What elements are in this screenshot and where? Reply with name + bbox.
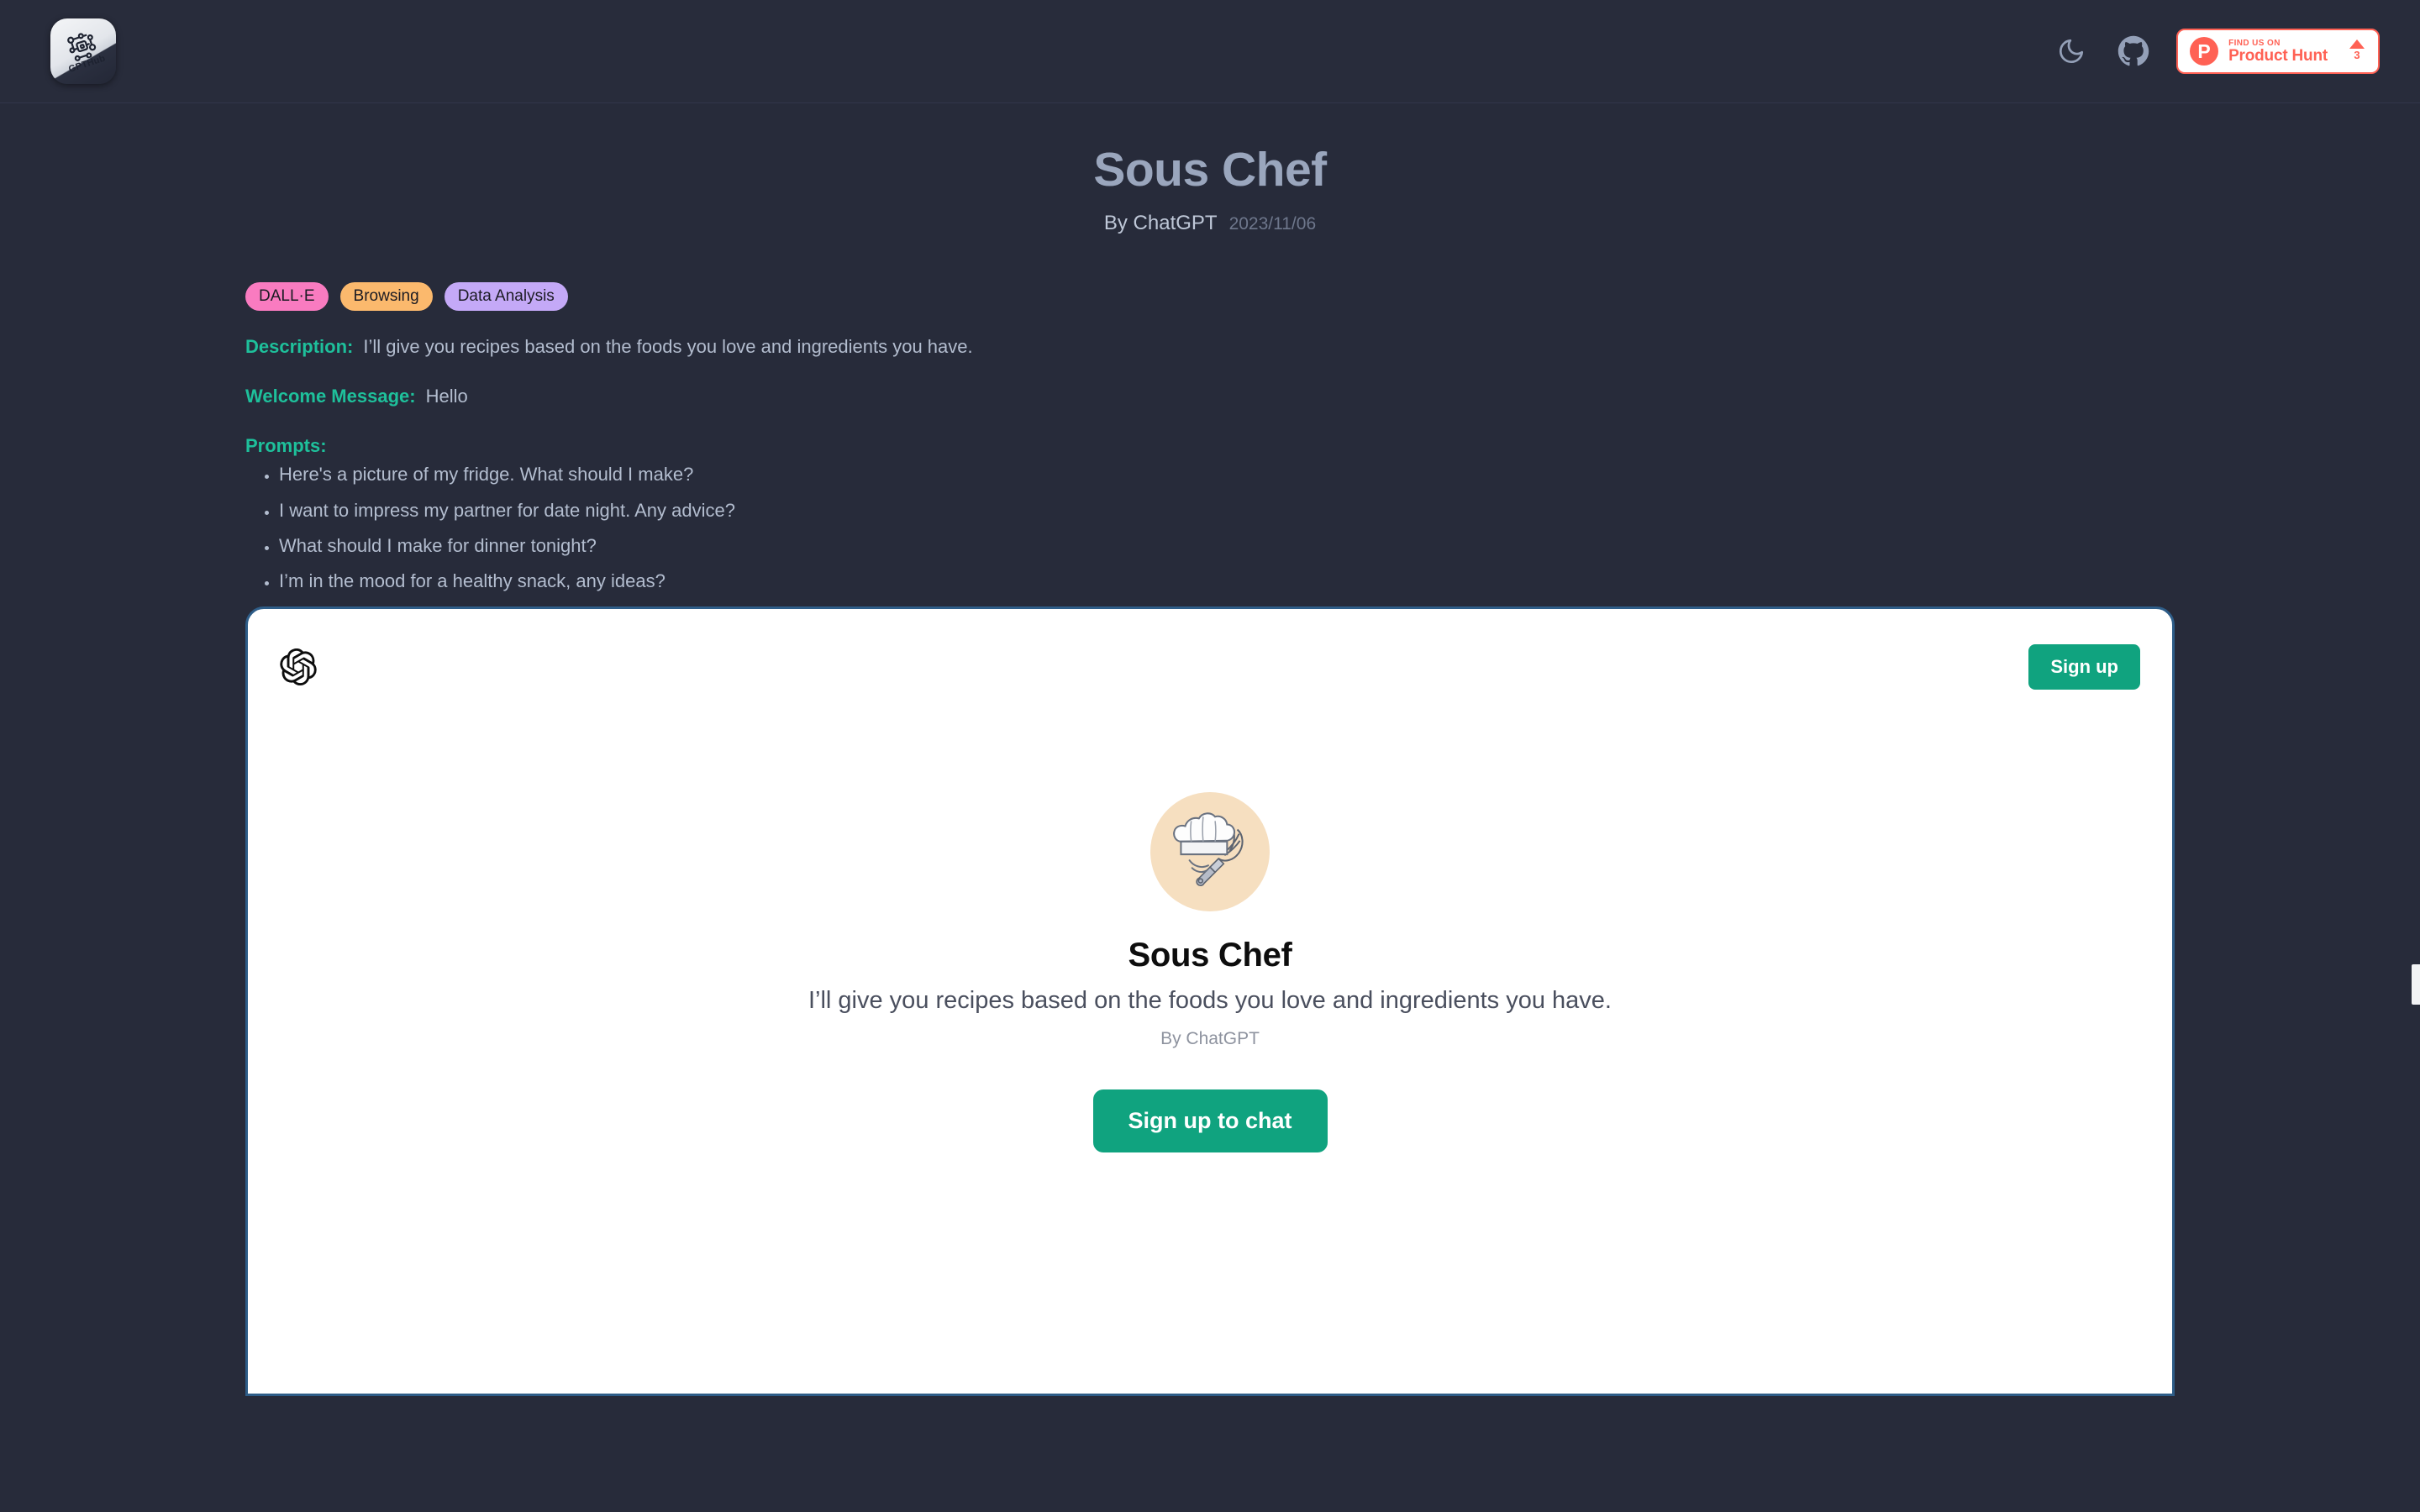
site-header: GPTHub P FIND US ON Product Hunt 3 [0,0,2420,103]
welcome-message-label: Welcome Message: [245,386,416,407]
avatar [1150,791,1270,911]
product-hunt-upvote[interactable]: 3 [2338,39,2365,63]
gpt-description: I’ll give you recipes based on the foods… [808,986,1612,1014]
gpthub-logo-tile: GPTHub [50,18,116,84]
moon-icon [2057,37,2086,66]
list-item: Here's a picture of my fridge. What shou… [279,464,2175,486]
chat-panel-toolbar: Sign up [248,609,2172,701]
page-author: By ChatGPT [1103,211,1218,234]
tag-dalle[interactable]: DALL·E [245,281,329,312]
tag-browsing[interactable]: Browsing [339,281,433,312]
prompt-list: Here's a picture of my fridge. What shou… [245,464,2175,593]
description-label: Description: [245,336,354,358]
list-item: I want to impress my partner for date ni… [279,500,2175,522]
sign-up-to-chat-button[interactable]: Sign up to chat [1092,1089,1328,1152]
header-actions: P FIND US ON Product Hunt 3 [2052,29,2380,74]
page-date: 2023/11/06 [1228,213,1317,234]
tag-data-analysis[interactable]: Data Analysis [444,281,568,312]
description-value: I’ll give you recipes based on the foods… [363,336,973,358]
product-hunt-subtitle: FIND US ON [2228,38,2281,48]
product-hunt-icon: P [2190,37,2219,66]
triangle-up-icon [2349,39,2365,50]
page-header: Sous Chef By ChatGPT 2023/11/06 [0,103,2420,235]
github-link[interactable] [2114,32,2153,71]
openai-logo-icon [280,648,317,685]
chatgpt-embed-panel: Sign up Sous Chef I’ll give you recipes … [245,606,2175,1396]
product-hunt-title: Product Hunt [2228,46,2328,65]
github-icon [2118,35,2149,67]
list-item: I’m in the mood for a healthy snack, any… [279,570,2175,592]
tag-list: DALL·E Browsing Data Analysis [245,281,2175,312]
welcome-message-row: Welcome Message: Hello [245,383,2175,410]
welcome-message-value: Hello [425,386,468,407]
product-hunt-badge[interactable]: P FIND US ON Product Hunt 3 [2176,29,2380,74]
product-hunt-upvote-count: 3 [2354,49,2360,62]
prompts-label: Prompts: [245,435,327,457]
theme-toggle-button[interactable] [2052,32,2091,71]
description-row: Description: I’ll give you recipes based … [245,333,2175,360]
gpt-metadata: DALL·E Browsing Data Analysis Descriptio… [0,281,2420,593]
page-title: Sous Chef [1093,143,1327,197]
sign-up-button[interactable]: Sign up [2028,643,2140,690]
gpt-name: Sous Chef [1128,936,1292,974]
chef-hat-whisk-icon [1159,800,1261,903]
gpt-author: By ChatGPT [1160,1028,1260,1048]
scroll-indicator[interactable] [2412,964,2420,1005]
page-byline: By ChatGPT 2023/11/06 [0,212,2420,235]
list-item: What should I make for dinner tonight? [279,535,2175,557]
brand-logo[interactable]: GPTHub [0,18,116,84]
chat-panel-intro: Sous Chef I’ll give you recipes based on… [248,701,2172,1152]
